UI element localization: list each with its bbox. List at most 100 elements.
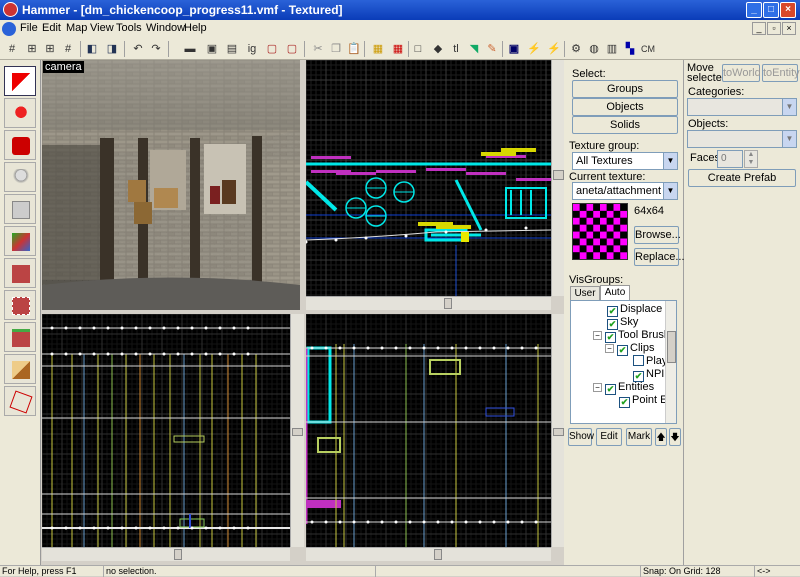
- visgroup-item[interactable]: Play: [633, 355, 667, 367]
- grid-bigger-icon[interactable]: ⊞: [42, 41, 58, 57]
- to-entity-button[interactable]: toEntity: [762, 64, 800, 82]
- create-prefab-button[interactable]: Create Prefab: [688, 169, 796, 187]
- visgroup-item[interactable]: ✔ Displace: [607, 303, 662, 317]
- grid-toggle-icon[interactable]: #: [4, 41, 20, 57]
- vertex-tool[interactable]: [4, 386, 36, 416]
- side-view-vertical-scrollbar[interactable]: [551, 314, 565, 547]
- select-objects-button[interactable]: Objects: [572, 98, 678, 116]
- top-view-vertical-scrollbar[interactable]: [551, 60, 565, 296]
- overlay-tool[interactable]: [4, 322, 36, 352]
- show-all-icon[interactable]: ▤: [224, 41, 240, 57]
- camera-3d-view[interactable]: camera: [42, 60, 300, 310]
- checkbox-checked[interactable]: ✔: [617, 345, 628, 356]
- visgroups-tree-scrollbar[interactable]: [665, 301, 676, 423]
- selection-box-icon[interactable]: □: [410, 41, 426, 57]
- menu-view[interactable]: View: [90, 22, 114, 34]
- visgroups-tab-auto[interactable]: Auto: [600, 285, 630, 300]
- minimize-button[interactable]: _: [746, 2, 762, 18]
- select-groups-button[interactable]: Groups: [572, 80, 678, 98]
- menu-edit[interactable]: Edit: [42, 22, 61, 34]
- check-problems-icon[interactable]: ✎: [484, 41, 500, 57]
- front-view-vertical-scrollbar[interactable]: [290, 314, 304, 547]
- faces-spinner[interactable]: ▲ ▼: [744, 150, 758, 168]
- front-view-horizontal-scrollbar[interactable]: [42, 547, 290, 561]
- menu-map[interactable]: Map: [66, 22, 87, 34]
- texture-preview[interactable]: [572, 203, 628, 260]
- visgroups-tab-user[interactable]: User: [570, 286, 600, 300]
- collapse-icon[interactable]: −: [593, 331, 602, 340]
- run-map-icon[interactable]: ⚡: [526, 41, 542, 57]
- faces-input[interactable]: 0: [717, 150, 743, 168]
- collapse-icon[interactable]: −: [593, 383, 602, 392]
- selection-tool[interactable]: [4, 66, 36, 96]
- block-tool[interactable]: [4, 194, 36, 224]
- cordon-edit-icon[interactable]: ▦: [390, 41, 406, 57]
- top-2d-view[interactable]: [306, 60, 551, 296]
- browse-button[interactable]: Browse...: [634, 226, 681, 244]
- carve-icon[interactable]: ◧: [84, 41, 100, 57]
- texture-tool-icon[interactable]: ⚙: [568, 41, 584, 57]
- checkbox-checked[interactable]: ✔: [619, 397, 630, 408]
- hide-selected-icon[interactable]: ▬: [182, 41, 198, 57]
- top-view-horizontal-scrollbar[interactable]: [306, 296, 551, 310]
- cm-button[interactable]: CM: [640, 41, 656, 57]
- categories-dropdown[interactable]: ▼: [687, 98, 797, 116]
- doc-close-button[interactable]: ×: [782, 22, 796, 35]
- menu-tools[interactable]: Tools: [116, 22, 142, 34]
- to-world-button[interactable]: toWorld: [722, 64, 761, 82]
- hide-unselected-icon[interactable]: ▣: [204, 41, 220, 57]
- move-down-icon[interactable]: 🡇: [669, 428, 681, 446]
- objects-dropdown[interactable]: ▼: [687, 130, 797, 148]
- camera-tool[interactable]: [4, 130, 36, 160]
- texture-application-tool[interactable]: [4, 226, 36, 256]
- doc-restore-button[interactable]: ▫: [767, 22, 781, 35]
- decal-tool[interactable]: [4, 290, 36, 320]
- text-icon[interactable]: tl: [448, 41, 464, 57]
- side-2d-view[interactable]: [306, 314, 551, 547]
- undo-icon[interactable]: ↶: [130, 41, 146, 57]
- copy-icon[interactable]: ❐: [328, 41, 344, 57]
- checkbox-checked[interactable]: ✔: [605, 384, 616, 395]
- sphere-icon[interactable]: ◍: [586, 41, 602, 57]
- menu-file[interactable]: File: [20, 22, 38, 34]
- apply-current-texture-tool[interactable]: [4, 258, 36, 288]
- collapse-icon[interactable]: −: [605, 344, 614, 353]
- visgroup-item[interactable]: − ✔ Entities: [593, 381, 654, 395]
- entity-report-icon[interactable]: ◥: [466, 41, 482, 57]
- side-view-horizontal-scrollbar[interactable]: [306, 547, 551, 561]
- textured-icon[interactable]: ▚: [622, 41, 638, 57]
- visgroup-mark-button[interactable]: Mark: [626, 428, 652, 446]
- brush-icon[interactable]: ◆: [430, 41, 446, 57]
- doc-minimize-button[interactable]: _: [752, 22, 766, 35]
- group-icon[interactable]: ◨: [104, 41, 120, 57]
- ignore-groups-icon[interactable]: ig: [244, 41, 260, 57]
- vis-icon[interactable]: ⚡: [546, 41, 562, 57]
- paste-icon[interactable]: 📋: [346, 41, 362, 57]
- redo-icon[interactable]: ↷: [148, 41, 164, 57]
- visgroup-item[interactable]: ✔ NPI: [633, 368, 664, 382]
- clipping-tool[interactable]: [4, 354, 36, 384]
- magnify-tool[interactable]: [4, 98, 36, 128]
- cordon-icon[interactable]: ▦: [370, 41, 386, 57]
- visgroup-show-button[interactable]: Show: [568, 428, 594, 446]
- current-texture-dropdown[interactable]: aneta/attachment ▼: [572, 182, 678, 200]
- wireframe-icon[interactable]: ▥: [604, 41, 620, 57]
- snap-icon[interactable]: ▢: [284, 41, 300, 57]
- maximize-button[interactable]: □: [763, 2, 779, 18]
- entity-tool[interactable]: [4, 162, 36, 192]
- move-up-icon[interactable]: 🡅: [655, 428, 667, 446]
- camera-view-label[interactable]: camera: [43, 61, 84, 73]
- front-2d-view[interactable]: [42, 314, 290, 547]
- visgroup-item[interactable]: ✔ Sky: [607, 316, 638, 330]
- view-3d-icon[interactable]: ▣: [506, 41, 522, 57]
- cut-icon[interactable]: ✂: [310, 41, 326, 57]
- grid-smaller-icon[interactable]: ⊞: [24, 41, 40, 57]
- menu-help[interactable]: Help: [184, 22, 207, 34]
- checkbox-unchecked[interactable]: [633, 355, 644, 366]
- texture-group-dropdown[interactable]: All Textures ▼: [572, 152, 678, 170]
- document-icon[interactable]: [2, 22, 16, 36]
- visgroup-item[interactable]: − ✔ Clips: [605, 342, 654, 356]
- replace-button[interactable]: Replace...: [634, 248, 685, 266]
- menu-window[interactable]: Window: [146, 22, 185, 34]
- grid-dots-icon[interactable]: #: [60, 41, 76, 57]
